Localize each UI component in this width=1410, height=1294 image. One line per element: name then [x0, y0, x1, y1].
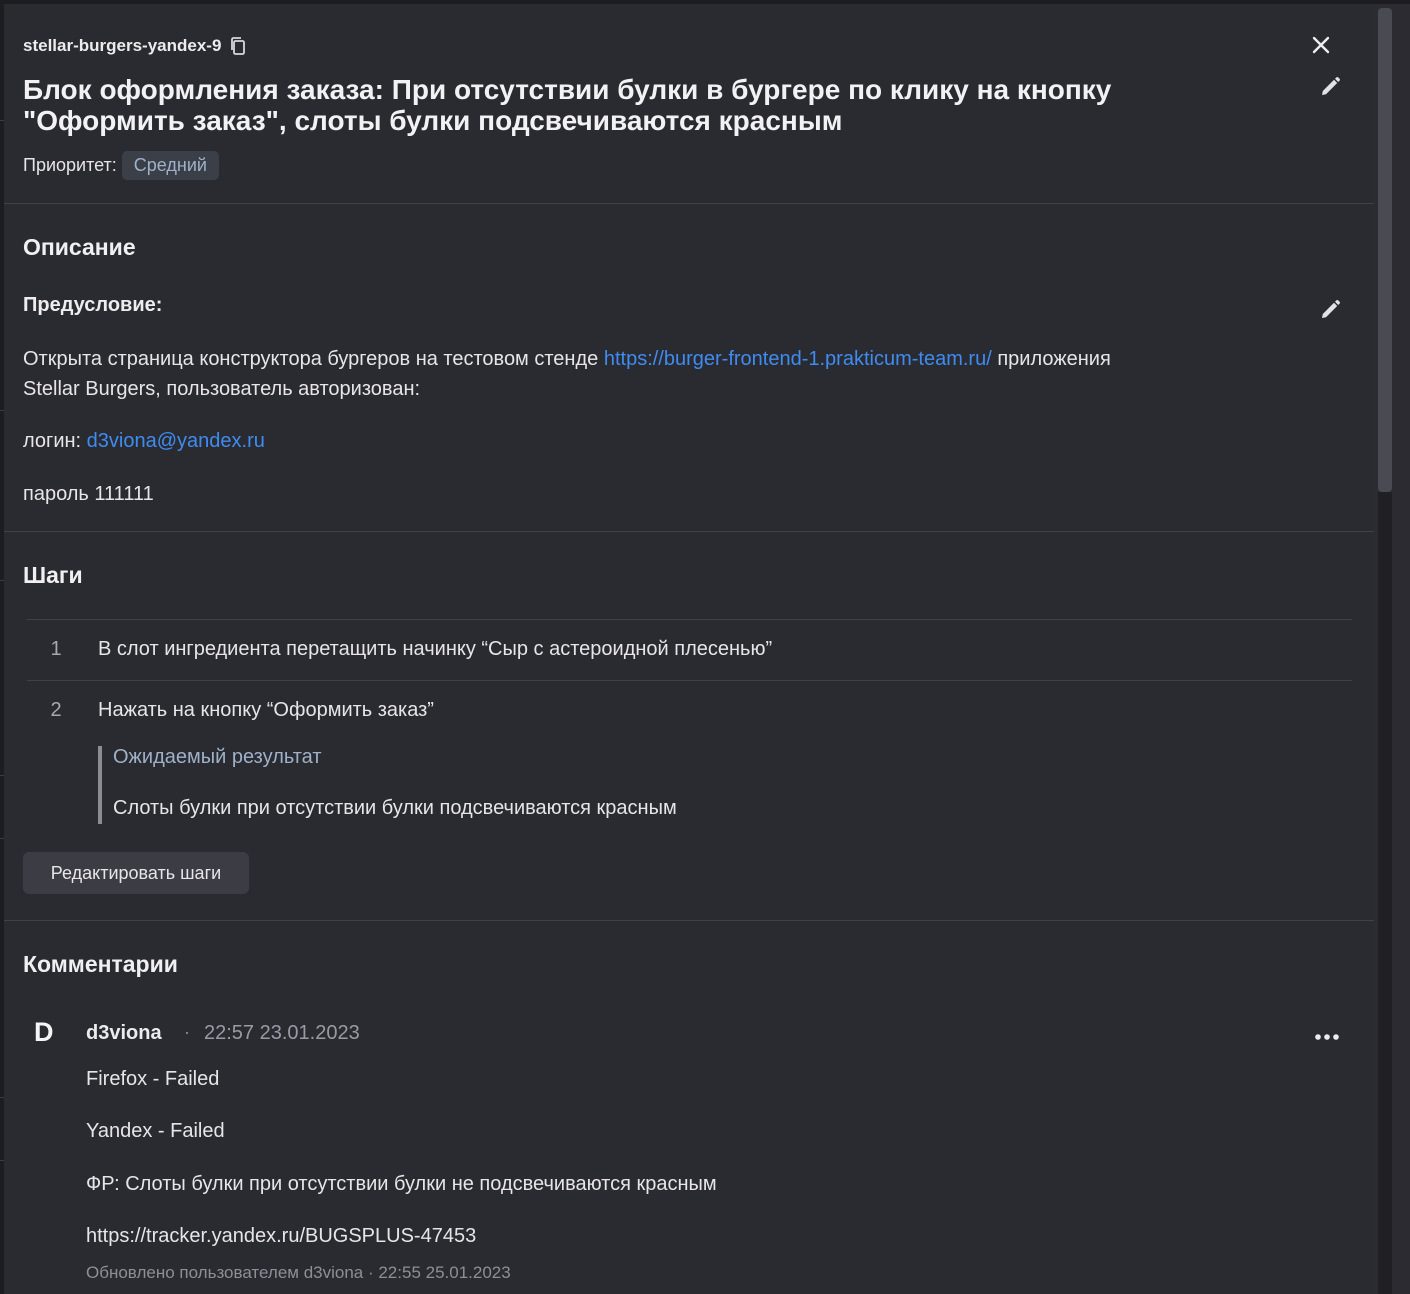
steps-divider [27, 680, 1352, 681]
login-email-link[interactable]: d3viona@yandex.ru [87, 430, 265, 452]
precondition-heading: Предусловие: [23, 294, 163, 316]
precondition-line2: Stellar Burgers, пользователь авторизова… [23, 378, 421, 400]
password-line: пароль 111111 [23, 483, 154, 505]
avatar: D [34, 1017, 54, 1047]
step-number: 1 [50, 638, 62, 660]
priority-row: Приоритет: Средний [23, 151, 219, 180]
priority-label: Приоритет: [23, 155, 117, 175]
description-heading: Описание [23, 234, 136, 260]
expected-result-label: Ожидаемый результат [113, 746, 322, 768]
panel-header: stellar-burgers-yandex-9 [23, 34, 1410, 58]
comments-heading: Комментарии [23, 951, 178, 977]
edit-description-button[interactable] [1315, 297, 1345, 327]
divider [4, 531, 1374, 532]
separator-dot: · [184, 1022, 190, 1042]
priority-badge: Средний [121, 151, 219, 180]
comment-line: Firefox - Failed [86, 1068, 220, 1090]
comment-more-button[interactable] [1310, 1022, 1344, 1052]
case-id: stellar-burgers-yandex-9 [23, 36, 222, 55]
precondition-line1-start: Открыта страница конструктора бургеров н… [23, 348, 604, 370]
step-text: Нажать на кнопку “Оформить заказ” [98, 699, 434, 721]
pencil-icon [1319, 76, 1341, 103]
login-line: логин: d3viona@yandex.ru [23, 426, 265, 456]
stand-link[interactable]: https://burger-frontend-1.prakticum-team… [604, 348, 992, 370]
steps-heading: Шаги [23, 562, 83, 588]
divider [4, 920, 1374, 921]
scrollbar-lower [1378, 492, 1392, 1294]
bug-report-link[interactable]: https://tracker.yandex.ru/BUGSPLUS-47453 [86, 1225, 476, 1248]
precondition-text: Открыта страница конструктора бургеров н… [23, 344, 1323, 404]
steps-divider [27, 619, 1352, 620]
expected-result-text: Слоты булки при отсутствии булки подсвеч… [113, 797, 677, 819]
comment-updated-info: Обновлено пользователем d3viona · 22:55 … [86, 1263, 511, 1282]
step-text: В слот ингредиента перетащить начинку “С… [98, 638, 773, 660]
divider [4, 203, 1374, 204]
comment-line: ФР: Слоты булки при отсутствии булки не … [86, 1173, 717, 1195]
close-icon [1312, 36, 1330, 59]
page-title: Блок оформления заказа: При отсутствии б… [23, 74, 1112, 136]
comment-line: Yandex - Failed [86, 1120, 225, 1142]
comment-timestamp: 22:57 23.01.2023 [204, 1022, 360, 1044]
pencil-icon [1319, 299, 1341, 326]
scrollbar-thumb[interactable] [1378, 8, 1392, 492]
login-label: логин: [23, 430, 87, 452]
close-button[interactable] [1306, 32, 1336, 62]
edit-steps-button[interactable]: Редактировать шаги [23, 852, 249, 894]
expected-result-bar [98, 746, 102, 824]
case-id-row: stellar-burgers-yandex-9 [23, 34, 1410, 58]
copy-icon[interactable] [229, 36, 247, 56]
more-horizontal-icon [1314, 1028, 1340, 1046]
precondition-line1-end: приложения [991, 348, 1111, 370]
edit-title-button[interactable] [1315, 74, 1345, 104]
comment-author[interactable]: d3viona [86, 1022, 162, 1045]
step-number: 2 [50, 699, 62, 721]
